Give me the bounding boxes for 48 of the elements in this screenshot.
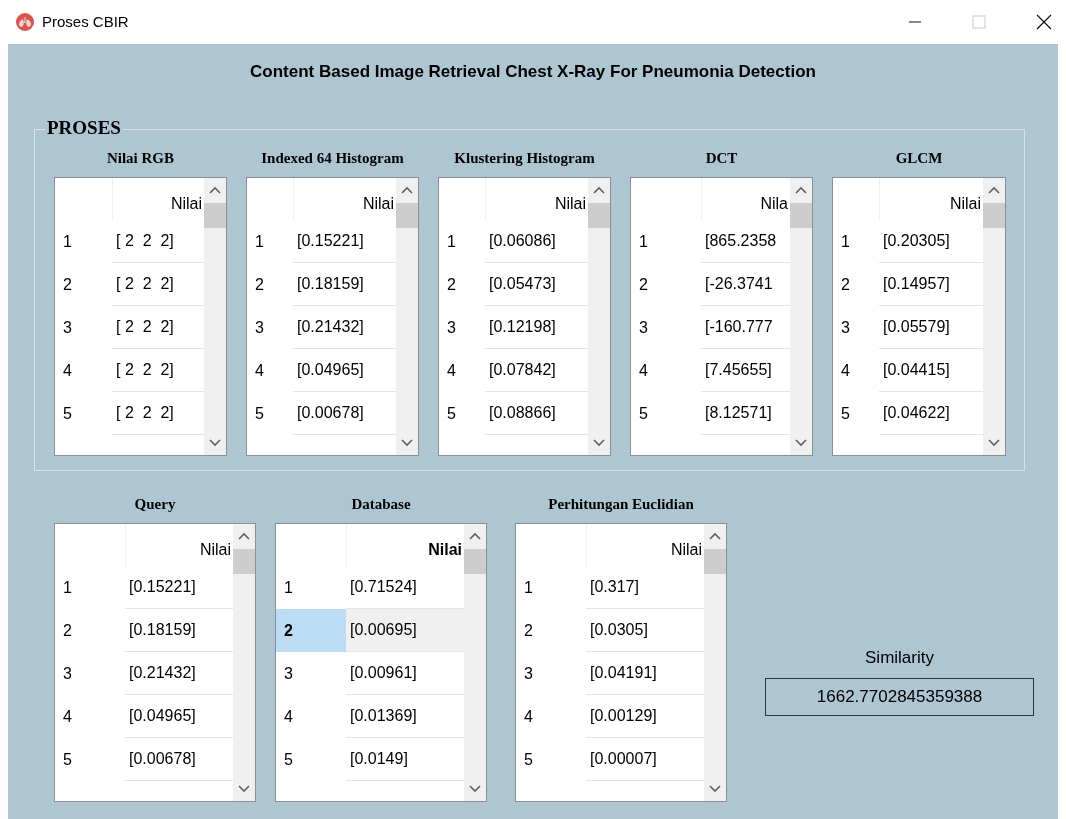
table-title: GLCM [895,148,943,168]
chevron-up-icon[interactable] [469,532,481,540]
scrollbar[interactable] [983,178,1005,455]
chevron-down-icon[interactable] [709,785,721,793]
table-title: Database [351,494,411,514]
page-heading: Content Based Image Retrieval Chest X-Ray For Pneumonia Detection [249,61,817,83]
chevron-down-icon[interactable] [209,439,221,447]
chevron-down-icon[interactable] [469,785,481,793]
scrollbar-thumb[interactable] [588,203,610,228]
scrollbar-thumb[interactable] [704,549,726,574]
table-cell: [0.00695] [346,609,464,652]
table-title: Query [134,494,176,514]
scrollbar-thumb[interactable] [464,549,486,574]
scrollbar[interactable] [790,178,812,455]
chevron-up-icon[interactable] [401,186,413,194]
chevron-up-icon[interactable] [988,186,1000,194]
scrollbar-thumb[interactable] [983,203,1005,228]
table-title: Perhitungan Euclidian [548,494,694,514]
scrollbar[interactable] [464,524,486,801]
similarity-label: Similarity [865,646,934,669]
similarity-field[interactable]: 1662.7702845359388 [765,678,1034,716]
chevron-down-icon[interactable] [401,439,413,447]
chevron-down-icon[interactable] [593,439,605,447]
scrollbar[interactable] [233,524,255,801]
row-header[interactable]: 2 [276,609,346,652]
scrollbar-thumb[interactable] [233,549,255,574]
scrollbar-thumb[interactable] [396,203,418,228]
scrollbar[interactable] [396,178,418,455]
chevron-up-icon[interactable] [593,186,605,194]
chevron-up-icon[interactable] [238,532,250,540]
scrollbar-thumb[interactable] [790,203,812,228]
table-title: DCT [705,148,738,168]
close-icon[interactable] [1036,14,1052,30]
window-title: Proses CBIR [42,11,129,32]
chevron-up-icon[interactable] [209,186,221,194]
scrollbar[interactable] [204,178,226,455]
chevron-up-icon[interactable] [795,186,807,194]
scrollbar-thumb[interactable] [204,203,226,228]
table-title: Klustering Histogram [454,148,595,168]
table-title: Nilai RGB [106,148,175,168]
scrollbar[interactable] [704,524,726,801]
chevron-down-icon[interactable] [988,439,1000,447]
table-title: Indexed 64 Histogram [261,148,404,168]
chevron-down-icon[interactable] [795,439,807,447]
scrollbar[interactable] [588,178,610,455]
chevron-up-icon[interactable] [709,532,721,540]
chevron-down-icon[interactable] [238,785,250,793]
lungs-icon [16,13,34,31]
